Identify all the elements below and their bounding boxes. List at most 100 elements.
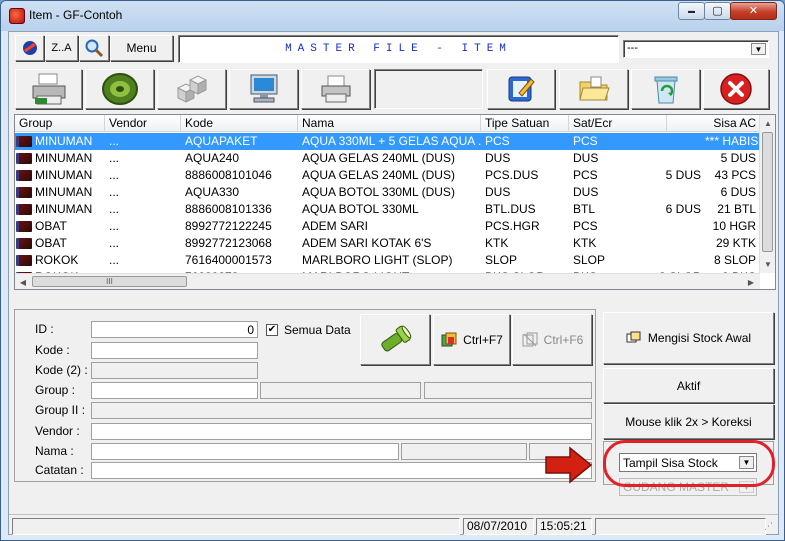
table-row[interactable]: MINUMAN... AQUA240 AQUA GELAS 240ML (DUS) D… bbox=[15, 150, 760, 167]
cell-sat: PCS bbox=[573, 134, 598, 148]
cell-sisa: 8 SLOP bbox=[713, 253, 756, 267]
cell-tipe: DUS bbox=[485, 185, 511, 199]
cell-group: OBAT bbox=[35, 219, 67, 233]
table-row[interactable]: OBAT... 8992772122245 ADEM SARI PCS.HGR PCS 1… bbox=[15, 218, 760, 235]
scroll-down-icon[interactable]: ▼ bbox=[760, 256, 775, 272]
column-header-group[interactable]: Group bbox=[15, 115, 105, 132]
disc-button[interactable] bbox=[85, 69, 154, 109]
status-panel-right bbox=[595, 518, 766, 535]
arrow-annotation-icon bbox=[545, 446, 593, 484]
table-row[interactable]: MINUMAN... AQUA330 AQUA BOTOL 330ML (DUS) D… bbox=[15, 184, 760, 201]
mengisi-stock-awal-button[interactable]: Mengisi Stock Awal bbox=[603, 312, 774, 364]
item-grid[interactable]: Group Vendor Kode Nama Tipe Satuan Sat/E… bbox=[14, 114, 776, 290]
sort-za-button[interactable]: Z..A bbox=[45, 35, 78, 61]
search-button[interactable] bbox=[79, 35, 109, 61]
table-row[interactable]: OBAT... 8992772123068 ADEM SARI KOTAK 6'S K… bbox=[15, 235, 760, 252]
cell-vendor: ... bbox=[109, 253, 120, 267]
cell-vendor: ... bbox=[109, 185, 120, 199]
app-icon[interactable] bbox=[9, 8, 25, 24]
column-header-nama[interactable]: Nama bbox=[298, 115, 481, 132]
vendor-field[interactable] bbox=[91, 423, 592, 440]
column-header-vendor[interactable]: Vendor bbox=[105, 115, 181, 132]
kode2-field[interactable] bbox=[91, 362, 258, 379]
close-window-button[interactable]: ✕ bbox=[730, 2, 777, 20]
resize-grip-icon[interactable]: ⋰ bbox=[764, 521, 776, 533]
print-preview-button[interactable] bbox=[301, 69, 370, 109]
ctrl-f6-button[interactable]: Ctrl+F6 bbox=[512, 314, 592, 365]
cell-vendor: ... bbox=[109, 151, 120, 165]
ctrl-f7-button[interactable]: Ctrl+F7 bbox=[433, 314, 510, 365]
minimize-icon: ▬ bbox=[688, 7, 695, 15]
table-row[interactable]: MINUMAN... 8886008101336 AQUA BOTOL 330ML B… bbox=[15, 201, 760, 218]
cell-nama: AQUA BOTOL 330ML (DUS) bbox=[302, 185, 455, 199]
cell-group: MINUMAN bbox=[35, 185, 93, 199]
chevron-down-icon[interactable]: ▼ bbox=[751, 43, 766, 55]
book-icon bbox=[16, 187, 32, 198]
column-header-sisa[interactable]: Sisa AC bbox=[667, 115, 760, 132]
recycle-icon bbox=[654, 76, 677, 104]
computer-icon bbox=[250, 74, 277, 103]
group-field[interactable] bbox=[91, 382, 258, 399]
scroll-left-icon[interactable]: ◀ bbox=[15, 274, 31, 289]
cell-extra bbox=[629, 184, 705, 201]
cell-extra bbox=[629, 252, 705, 269]
column-header-kode[interactable]: Kode bbox=[181, 115, 298, 132]
checkbox-check-icon[interactable]: ✔ bbox=[266, 324, 278, 336]
column-header-sat-ecr[interactable]: Sat/Ecr bbox=[569, 115, 667, 132]
menu-button[interactable]: Menu bbox=[110, 35, 173, 61]
scroll-up-icon[interactable]: ▲ bbox=[760, 115, 775, 131]
filter-combo[interactable]: --- ▼ bbox=[623, 40, 769, 58]
flashlight-icon bbox=[381, 325, 412, 351]
semua-data-checkbox[interactable]: ✔ Semua Data bbox=[266, 321, 361, 339]
book-icon bbox=[16, 204, 32, 215]
cell-extra bbox=[629, 133, 705, 150]
cell-sat: SLOP bbox=[573, 253, 606, 267]
window-title: Item - GF-Contoh bbox=[29, 8, 123, 22]
nama-field[interactable] bbox=[91, 443, 399, 460]
print-button[interactable] bbox=[15, 69, 82, 109]
vertical-scrollbar[interactable]: ▲ ▼ bbox=[759, 115, 775, 273]
cell-group: MINUMAN bbox=[35, 202, 93, 216]
computer-button[interactable] bbox=[229, 69, 298, 109]
edit-button[interactable] bbox=[487, 69, 555, 109]
printer-icon bbox=[32, 73, 65, 105]
maximize-button[interactable]: ▢ bbox=[704, 2, 731, 20]
group2-field[interactable] bbox=[91, 402, 592, 419]
table-row[interactable]: MINUMAN... 8886008101046 AQUA GELAS 240ML … bbox=[15, 167, 760, 184]
table-row[interactable]: MINUMAN... AQUAPAKET AQUA 330ML + 5 GELAS … bbox=[15, 133, 760, 150]
mouse-klik-koreksi-button[interactable]: Mouse klik 2x > Koreksi bbox=[603, 404, 774, 439]
kode-field[interactable] bbox=[91, 342, 258, 359]
cell-tipe: BTL.DUS bbox=[485, 202, 536, 216]
app-window: Item - GF-Contoh ▬ ▢ ✕ Z..A Menu MASTER … bbox=[0, 0, 785, 541]
horizontal-scrollbar[interactable]: ◀ III ▶ bbox=[15, 273, 760, 289]
minimize-button[interactable]: ▬ bbox=[678, 2, 705, 20]
scroll-right-icon[interactable]: ▶ bbox=[743, 274, 759, 289]
cell-vendor: ... bbox=[109, 134, 120, 148]
title-bar[interactable]: Item - GF-Contoh ▬ ▢ ✕ bbox=[1, 1, 784, 31]
cell-nama: ADEM SARI KOTAK 6'S bbox=[302, 236, 432, 250]
catatan-field[interactable] bbox=[91, 462, 592, 479]
open-folder-button[interactable] bbox=[559, 69, 628, 109]
column-header-tipe-satuan[interactable]: Tipe Satuan bbox=[481, 115, 569, 132]
boxes-button[interactable] bbox=[157, 69, 226, 109]
table-row[interactable]: ROKOK... 7616400001573 MARLBORO LIGHT (SLO… bbox=[15, 252, 760, 269]
vertical-scroll-thumb[interactable] bbox=[762, 132, 773, 252]
kode-label: Kode : bbox=[35, 343, 70, 357]
flashlight-button[interactable] bbox=[360, 314, 430, 365]
printer2-icon bbox=[321, 75, 350, 103]
cell-nama: MARLBORO LIGHT (SLOP) bbox=[302, 253, 453, 267]
aktif-button[interactable]: Aktif bbox=[603, 368, 774, 403]
exit-button[interactable] bbox=[703, 69, 769, 109]
id-field[interactable]: 0 bbox=[91, 321, 258, 338]
disc-icon bbox=[101, 73, 138, 105]
book-icon bbox=[16, 255, 32, 266]
cell-sisa: 43 PCS bbox=[714, 168, 756, 182]
cell-kode: 8886008101046 bbox=[185, 168, 272, 182]
horizontal-scroll-thumb[interactable]: III bbox=[32, 276, 187, 287]
vendor-label: Vendor : bbox=[35, 424, 80, 438]
recycle-button[interactable] bbox=[631, 69, 700, 109]
cell-kode: AQUA240 bbox=[185, 151, 240, 165]
cell-group: ROKOK bbox=[35, 253, 79, 267]
cell-tipe: SLOP bbox=[485, 253, 518, 267]
app-menu-button[interactable] bbox=[15, 35, 44, 61]
